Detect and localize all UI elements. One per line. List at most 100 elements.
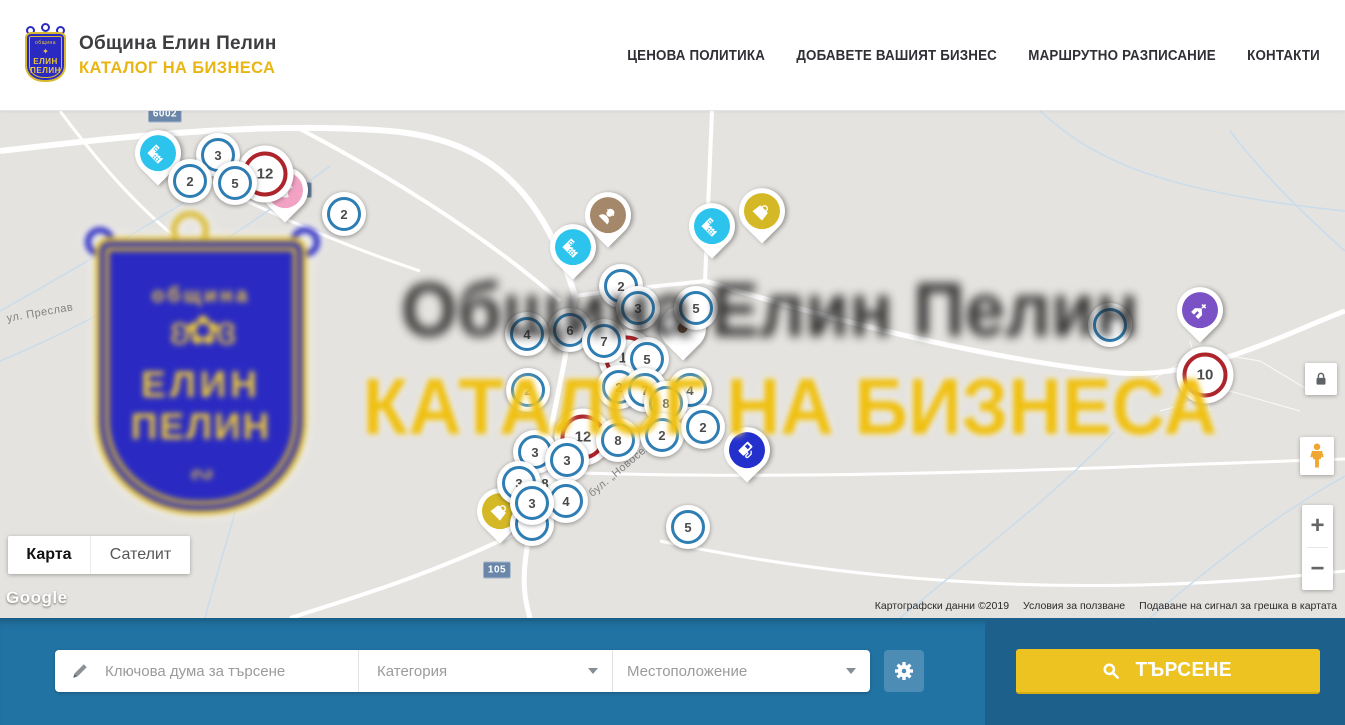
map-marker-cluster[interactable]	[1088, 303, 1132, 347]
map-canvas[interactable]: 6002 105 ул. Преслав бул. „Новосел 12325…	[0, 111, 1345, 618]
map-marker-cluster[interactable]: 3	[510, 481, 554, 525]
nav-item-add-business[interactable]: ДОБАВЕТЕ ВАШИЯТ БИЗНЕС	[796, 48, 997, 64]
map-marker-cluster[interactable]: 5	[213, 161, 257, 205]
cluster-ring: 7	[587, 324, 621, 358]
cluster-count: 2	[615, 380, 622, 395]
site-title: Община Елин Пелин	[79, 33, 281, 55]
cluster-count: 7	[600, 334, 607, 349]
map-marker-poi[interactable]	[1177, 287, 1223, 333]
settings-gear-button[interactable]	[884, 650, 924, 692]
cluster-ring: 5	[671, 510, 705, 544]
cluster-count: 3	[563, 453, 570, 468]
logo-ornament: ✦	[27, 47, 64, 56]
cluster-count: 3	[531, 445, 538, 460]
map-marker-poi[interactable]	[739, 188, 785, 234]
map-marker-cluster[interactable]: 4	[505, 312, 549, 356]
search-fields-panel: Категория Местоположение	[55, 650, 870, 692]
google-logo-link[interactable]: Google	[6, 588, 68, 608]
nav-item-route-schedule[interactable]: МАРШРУТНО РАЗПИСАНИЕ	[1028, 48, 1216, 64]
map-marker-cluster[interactable]: 2	[322, 192, 366, 236]
cluster-count: 3	[634, 301, 641, 316]
logo-shield: община ✦ ЕЛИН ПЕЛИН	[25, 32, 66, 82]
cluster-count: 2	[340, 207, 347, 222]
cluster-count: 12	[257, 166, 274, 183]
map-marker-cluster[interactable]: 3	[616, 286, 660, 330]
location-select-value: Местоположение	[627, 663, 846, 680]
bag-icon	[748, 197, 776, 225]
cluster-ring: 2	[645, 418, 679, 452]
cluster-count: 4	[523, 327, 530, 342]
map-marker-cluster[interactable]: 8	[596, 418, 640, 462]
map-marker-cluster[interactable]: 5	[666, 505, 710, 549]
lock-control-button[interactable]	[1305, 363, 1337, 395]
map-marker-cluster[interactable]: 2	[506, 368, 550, 412]
cluster-ring	[1093, 308, 1127, 342]
map-marker-cluster[interactable]: 10	[1177, 347, 1234, 404]
map-marker-cluster[interactable]: 2	[640, 413, 684, 457]
cluster-ring: 2	[327, 197, 361, 231]
worker-icon	[594, 201, 622, 229]
cluster-count: 10	[1197, 367, 1214, 384]
gear-icon	[892, 659, 916, 683]
map-marker-poi[interactable]	[550, 224, 596, 270]
location-select[interactable]: Местоположение	[612, 650, 870, 692]
map-marker-poi[interactable]	[689, 203, 735, 249]
cluster-count: 5	[684, 520, 691, 535]
road-badge: 6002	[148, 111, 182, 123]
zoom-control: + −	[1302, 505, 1333, 590]
map-marker-cluster[interactable]: 7	[582, 319, 626, 363]
site-brand[interactable]: община ✦ ЕЛИН ПЕЛИН Община Елин Пелин КА…	[22, 26, 281, 84]
cluster-count: 3	[528, 496, 535, 511]
fuel-icon	[733, 436, 761, 464]
site-header: община ✦ ЕЛИН ПЕЛИН Община Елин Пелин КА…	[0, 0, 1345, 111]
map-marker-cluster[interactable]: 5	[674, 286, 718, 330]
cluster-ring: 5	[218, 166, 252, 200]
cluster-count: 4	[686, 383, 693, 398]
category-select[interactable]: Категория	[358, 650, 612, 692]
map-marker-poi[interactable]	[724, 427, 770, 473]
cluster-count: 2	[524, 383, 531, 398]
logo-text-obshtina: община	[27, 40, 64, 46]
zoom-in-button[interactable]: +	[1302, 505, 1333, 547]
nav-item-pricing[interactable]: ЦЕНОВА ПОЛИТИКА	[627, 48, 765, 64]
cluster-ring: 2	[686, 410, 720, 444]
cluster-ring: 8	[601, 423, 635, 457]
zoom-out-button[interactable]: −	[1302, 548, 1333, 590]
keyword-search-input[interactable]	[103, 662, 353, 681]
attribution-terms-link[interactable]: Условия за ползване	[1023, 600, 1125, 612]
road-badge: 105	[483, 562, 511, 579]
poi-circle	[722, 425, 773, 476]
cluster-count: 5	[231, 176, 238, 191]
map-type-satellite-button[interactable]: Сателит	[90, 536, 190, 574]
poi-circle	[687, 201, 738, 252]
map-type-control: Карта Сателит	[8, 536, 190, 574]
lock-icon	[1312, 370, 1330, 388]
keyword-field	[55, 650, 358, 692]
cluster-ring: 4	[510, 317, 544, 351]
map-marker-cluster[interactable]: 2	[681, 405, 725, 449]
street-view-pegman-button[interactable]	[1300, 437, 1334, 475]
cluster-ring: 3	[550, 443, 584, 477]
search-submit-label: ТЪРСЕНЕ	[1136, 659, 1232, 682]
main-nav: ЦЕНОВА ПОЛИТИКА ДОБАВЕТЕ ВАШИЯТ БИЗНЕС М…	[627, 0, 1320, 111]
map-type-map-button[interactable]: Карта	[8, 536, 90, 574]
map-marker-cluster[interactable]: 2	[168, 159, 212, 203]
cluster-count: 5	[692, 301, 699, 316]
cluster-count: 8	[662, 396, 669, 411]
cluster-count: 2	[658, 428, 665, 443]
cluster-ring: 2	[511, 373, 545, 407]
cluster-count: 2	[186, 174, 193, 189]
cluster-count: 2	[699, 420, 706, 435]
map-marker-cluster[interactable]: 3	[545, 438, 589, 482]
poi-circle	[737, 186, 788, 237]
factory-icon	[559, 233, 587, 261]
attribution-report-link[interactable]: Подаване на сигнал за грешка в картата	[1139, 600, 1337, 612]
cluster-ring: 3	[621, 291, 655, 325]
cluster-ring: 3	[515, 486, 549, 520]
nav-item-contacts[interactable]: КОНТАКТИ	[1247, 48, 1320, 64]
chevron-down-icon	[588, 668, 598, 674]
logo-text-pelin: ПЕЛИН	[27, 66, 64, 75]
cluster-count: 5	[643, 352, 650, 367]
search-submit-button[interactable]: ТЪРСЕНЕ	[1016, 649, 1320, 694]
poi-circle	[1175, 285, 1226, 336]
